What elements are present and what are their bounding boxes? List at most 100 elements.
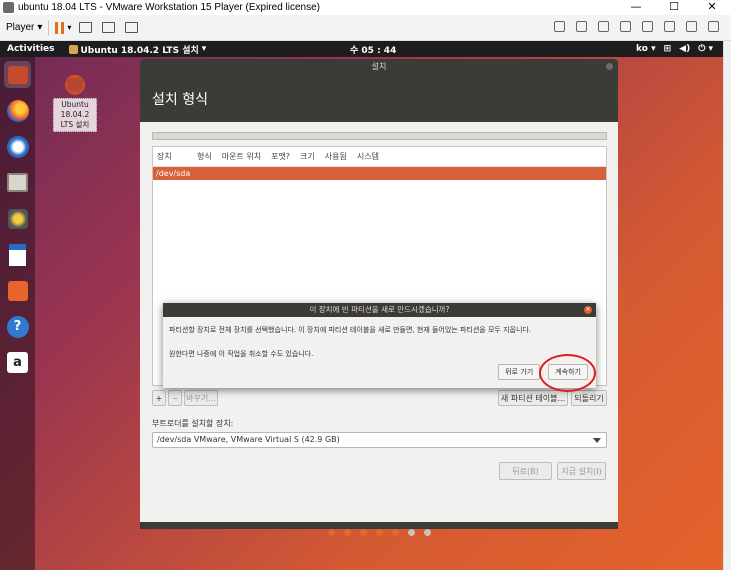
desktop-installer-shortcut[interactable]: Ubuntu 18.04.2 LTS 설치 xyxy=(53,68,97,132)
column-type[interactable]: 형식 xyxy=(193,151,218,162)
column-system[interactable]: 시스템 xyxy=(353,151,385,162)
column-size[interactable]: 크기 xyxy=(296,151,321,162)
rhythmbox-icon xyxy=(7,208,28,229)
dock-amazon[interactable]: a xyxy=(4,349,31,376)
vmware-toolbar: Player ▾ ▾ xyxy=(0,15,731,41)
dialog-title: 이 장치에 빈 파티션을 새로 만드시겠습니까? xyxy=(309,305,450,314)
column-mount[interactable]: 마운트 위치 xyxy=(218,151,267,162)
writer-icon xyxy=(9,243,26,266)
column-device[interactable]: 장치 xyxy=(153,151,193,162)
column-format[interactable]: 포맷? xyxy=(267,151,296,162)
installer-icon xyxy=(7,65,28,84)
software-icon xyxy=(7,280,28,301)
revert-button[interactable]: 되돌리기 xyxy=(571,390,607,406)
desktop-icon-label: Ubuntu 18.04.2 LTS 설치 xyxy=(53,98,97,132)
back-button[interactable]: 뒤로(B) xyxy=(499,462,552,480)
message-icon[interactable] xyxy=(708,21,719,32)
bootloader-value: /dev/sda VMware, VMware Virtual S (42.9 … xyxy=(157,435,340,444)
app-menu[interactable]: Ubuntu 18.04.2 LTS 설치 ▾ xyxy=(68,43,207,56)
remove-partition-button[interactable]: − xyxy=(168,390,182,406)
progress-dot xyxy=(423,529,431,536)
bootloader-label: 부트로더를 설치할 장치: xyxy=(152,419,234,428)
partition-tools: + − 바꾸기... 새 파티션 테이블... 되돌리기 xyxy=(152,390,607,406)
network-icon: ⊞ xyxy=(663,44,672,54)
device-status-icons xyxy=(554,21,719,32)
installer-window: 설치 설치 형식 장치 형식 마운트 위치 포맷? 크기 사용됨 시스템 /de… xyxy=(140,59,618,536)
confirm-dialog: 이 장치에 빈 파티션을 새로 만드시겠습니까? ✕ 파티션할 장치로 전체 장… xyxy=(163,303,596,388)
clock[interactable]: 수 05 : 44 xyxy=(350,43,396,56)
dialog-message: 파티션할 장치로 전체 장치를 선택했습니다. 이 장치에 파티션 테이블을 새… xyxy=(169,326,532,334)
progress-dot xyxy=(327,529,335,536)
add-partition-button[interactable]: + xyxy=(152,390,166,406)
dock-files[interactable] xyxy=(4,169,31,196)
input-method-indicator[interactable]: ko ▾ xyxy=(636,44,656,54)
dock-thunderbird[interactable] xyxy=(4,133,31,160)
app-menu-label: Ubuntu 18.04.2 LTS 설치 xyxy=(80,45,199,56)
progress-dot xyxy=(359,529,367,536)
firefox-icon xyxy=(6,99,29,122)
cd-drive-icon[interactable] xyxy=(576,21,587,32)
close-icon[interactable] xyxy=(606,63,613,70)
thunderbird-icon xyxy=(6,135,29,158)
dialog-titlebar: 이 장치에 빈 파티션을 새로 만드시겠습니까? ✕ xyxy=(163,303,596,317)
close-icon[interactable]: ✕ xyxy=(584,306,592,314)
progress-dot xyxy=(391,529,399,536)
dock-firefox[interactable] xyxy=(4,97,31,124)
progress-dot xyxy=(343,529,351,536)
window-title: ubuntu 18.04 LTS - VMware Workstation 15… xyxy=(18,2,320,13)
dock-software[interactable] xyxy=(4,277,31,304)
fit-guest-icon[interactable] xyxy=(102,22,116,33)
display-icon[interactable] xyxy=(686,21,697,32)
go-back-button[interactable]: 뒤로 가기 xyxy=(498,364,541,380)
table-row[interactable]: /dev/sda xyxy=(153,167,606,180)
install-now-button[interactable]: 지금 설치(I) xyxy=(557,462,606,480)
navigation-buttons: 뒤로(B) 지금 설치(I) xyxy=(499,462,606,480)
chevron-down-icon: ▾ xyxy=(201,44,207,54)
gnome-top-bar: Activities Ubuntu 18.04.2 LTS 설치 ▾ 수 05 … xyxy=(0,41,723,57)
pause-dropdown-icon[interactable]: ▾ xyxy=(67,23,71,32)
minimize-button[interactable]: — xyxy=(617,0,655,15)
disk-usage-bar xyxy=(152,132,607,140)
change-partition-button[interactable]: 바꾸기... xyxy=(184,390,218,406)
pause-icon[interactable] xyxy=(55,21,65,34)
page-title: 설치 형식 xyxy=(152,92,208,108)
network-adapter-icon[interactable] xyxy=(598,21,609,32)
chevron-down-icon xyxy=(593,438,601,443)
progress-dot xyxy=(407,529,415,536)
maximize-button[interactable]: ☐ xyxy=(655,0,693,15)
unity-mode-icon[interactable] xyxy=(125,22,139,33)
player-menu-label: Player xyxy=(6,22,35,33)
installer-mini-icon xyxy=(68,44,78,54)
bootloader-select[interactable]: /dev/sda VMware, VMware Virtual S (42.9 … xyxy=(152,432,607,448)
new-partition-table-button[interactable]: 새 파티션 테이블... xyxy=(498,390,568,406)
hard-disk-icon[interactable] xyxy=(554,21,565,32)
dock-help[interactable]: ? xyxy=(4,313,31,340)
close-button[interactable]: ✕ xyxy=(693,0,731,15)
column-used[interactable]: 사용됨 xyxy=(321,151,353,162)
power-icon: ⏻ ▾ xyxy=(698,44,713,54)
system-tray[interactable]: ko ▾ ⊞ ◀) ⏻ ▾ xyxy=(636,44,713,54)
send-ctrl-alt-del-icon[interactable] xyxy=(79,22,93,33)
annotation-circle xyxy=(539,354,596,392)
sound-card-icon[interactable] xyxy=(642,21,653,32)
vmware-app-icon xyxy=(3,2,14,13)
activities-button[interactable]: Activities xyxy=(7,44,55,54)
progress-dot xyxy=(375,529,383,536)
installer-shortcut-icon xyxy=(61,68,89,96)
dock-writer[interactable] xyxy=(4,241,31,268)
help-icon: ? xyxy=(6,315,29,338)
step-progress-indicator xyxy=(140,529,618,536)
dock-rhythmbox[interactable] xyxy=(4,205,31,232)
dock-installer[interactable] xyxy=(4,61,31,88)
installer-titlebar: 설치 xyxy=(140,59,618,74)
printer-icon[interactable] xyxy=(664,21,675,32)
input-method-label: ko xyxy=(636,44,648,54)
partition-tools-right: 새 파티션 테이블... 되돌리기 xyxy=(498,390,607,406)
player-menu-button[interactable]: Player ▾ xyxy=(6,22,42,33)
vmware-titlebar: ubuntu 18.04 LTS - VMware Workstation 15… xyxy=(0,0,731,15)
vertical-scrollbar[interactable] xyxy=(723,41,731,570)
partition-table-header: 장치 형식 마운트 위치 포맷? 크기 사용됨 시스템 xyxy=(153,147,606,167)
usb-controller-icon[interactable] xyxy=(620,21,631,32)
volume-icon: ◀) xyxy=(679,44,691,54)
amazon-icon: a xyxy=(7,352,28,373)
